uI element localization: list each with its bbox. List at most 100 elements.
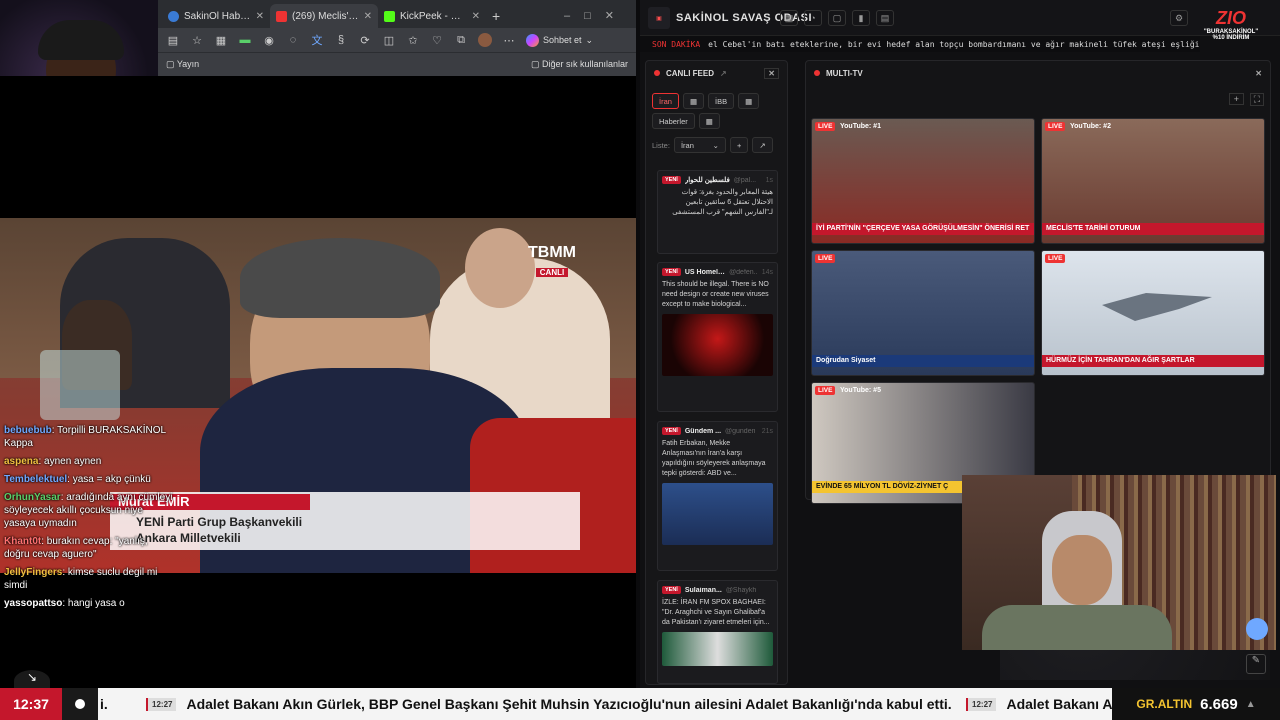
collections-icon[interactable]: ⧉ bbox=[454, 33, 468, 47]
chat-message: Tembelektuel: yasa = akp çünkü bbox=[4, 474, 151, 485]
gold-price-widget: GR.ALTIN 6.669 ▲ bbox=[1112, 688, 1280, 720]
tab-strip: SakinOl Haber Merk ✕ (269) Meclis'te tar… bbox=[158, 0, 636, 28]
chat-message: Khant0t: burakın cevap: "yanlış, doğru c… bbox=[4, 536, 148, 560]
tv-tile-4[interactable]: LIVE HÜRMÜZ İÇİN TAHRAN'DAN AĞIR ŞARTLAR bbox=[1041, 250, 1265, 376]
chip-iran[interactable]: İran bbox=[652, 93, 679, 109]
feed-header: CANLI FEED ↗ ✕ bbox=[646, 61, 787, 85]
tab-sakinol[interactable]: SakinOl Haber Merk ✕ bbox=[162, 4, 270, 28]
chip-haberler[interactable]: Haberler bbox=[652, 113, 695, 129]
chat-message: bebuebub: Torpilli BURAKSAKİNOL Kappa bbox=[4, 425, 166, 449]
chip-settings-icon[interactable]: ▦ bbox=[738, 93, 760, 109]
live-badge: LIVE bbox=[815, 386, 836, 395]
chip-ibb[interactable]: İBB bbox=[708, 93, 735, 109]
add-icon[interactable]: + bbox=[729, 137, 749, 153]
breaking-news-bar: SON DAKİKA el Cebel'in batı eteklerine, b… bbox=[640, 36, 1200, 52]
close-icon[interactable]: ✕ bbox=[1255, 69, 1262, 78]
card-image bbox=[662, 483, 773, 545]
tv-tile-1[interactable]: LIVE YouTube: #1 İYİ PARTİ'NİN "ÇERÇEVE Y… bbox=[811, 118, 1035, 244]
extension-icon[interactable]: ◌ bbox=[286, 33, 300, 47]
live-badge: LIVE bbox=[1045, 122, 1066, 131]
list-select[interactable]: İran ⌄ bbox=[673, 137, 726, 153]
dashboard-logo: ▣ bbox=[648, 7, 670, 29]
webcam-overlay-bottom bbox=[962, 475, 1276, 650]
card-image bbox=[662, 632, 773, 666]
bag-icon[interactable]: ▢ bbox=[828, 10, 846, 26]
split-icon[interactable]: ◫ bbox=[382, 33, 396, 47]
add-icon[interactable]: + bbox=[1228, 93, 1244, 105]
tv-icon[interactable]: ▤ bbox=[876, 10, 894, 26]
chip-settings-icon[interactable]: ▦ bbox=[698, 113, 720, 129]
extension-icon[interactable]: § bbox=[334, 33, 348, 47]
ticker-prefix: i. bbox=[100, 696, 108, 712]
feed-card[interactable]: YENİSulaiman...@Shaykh5... İZLE: İRAN FM… bbox=[657, 580, 778, 684]
extension-icon[interactable]: ▬ bbox=[238, 33, 252, 47]
translate-icon[interactable]: 文 bbox=[310, 33, 324, 47]
sponsor-logo: ZIO "BURAKSAKİNOL" %10 İNDİRİM bbox=[1203, 8, 1259, 41]
tabs-icon[interactable]: ▤ bbox=[166, 33, 180, 47]
kick-icon bbox=[384, 10, 395, 22]
chat-message: aspena: aynen aynen bbox=[4, 456, 102, 467]
tv-tile-3[interactable]: LIVE Doğrudan Siyaset bbox=[811, 250, 1035, 376]
chat-overlay: bebuebub: Torpilli BURAKSAKİNOL Kappa as… bbox=[4, 424, 174, 615]
chat-message: JellyFingers: kimse suclu degil mi simdi bbox=[4, 567, 158, 591]
tv-tile-2[interactable]: LIVE YouTube: #2 MECLİS'TE TARİHİ OTURUM bbox=[1041, 118, 1265, 244]
new-badge: YENİ bbox=[662, 586, 681, 594]
card-image bbox=[662, 314, 773, 376]
grid-icon[interactable]: ▦ bbox=[780, 10, 798, 26]
glass-jar bbox=[40, 350, 120, 420]
edit-icon[interactable]: ✎ bbox=[1246, 654, 1266, 674]
globe-icon bbox=[168, 10, 179, 22]
ticker-item: 12:27 Adalet Bakanı Akın Gürlek, BBP Gene… bbox=[146, 688, 952, 720]
ticker-item: 12:27Adalet Bakanı Akı bbox=[966, 688, 1112, 720]
ticker-clock: 12:37 bbox=[0, 688, 62, 720]
heart-icon[interactable]: ♡ bbox=[430, 33, 444, 47]
feed-card[interactable]: YENİ US Homela... @defen... 14s This should… bbox=[657, 262, 778, 412]
copilot-button[interactable]: Sohbet et ⌄ bbox=[526, 33, 594, 47]
browser-window: SakinOl Haber Merk ✕ (269) Meclis'te tar… bbox=[158, 0, 636, 76]
close-icon[interactable]: ✕ bbox=[256, 11, 264, 22]
pin-icon[interactable] bbox=[1246, 618, 1268, 640]
extension-icon[interactable]: ▦ bbox=[214, 33, 228, 47]
list-selector-row: Liste: İran ⌄ + ↗ bbox=[646, 129, 787, 161]
new-badge: YENİ bbox=[662, 268, 681, 276]
more-icon[interactable]: ⋯ bbox=[502, 33, 516, 47]
speaker-hair bbox=[240, 238, 440, 318]
fighter-jet bbox=[1102, 293, 1212, 321]
refresh-icon[interactable]: ⟳ bbox=[358, 33, 372, 47]
chart-icon[interactable]: ▮ bbox=[852, 10, 870, 26]
fullscreen-icon[interactable]: ⛶ bbox=[1249, 93, 1264, 106]
close-icon[interactable]: ✕ bbox=[764, 67, 779, 79]
window-controls[interactable]: –□✕ bbox=[556, 9, 636, 28]
external-link-icon[interactable]: ↗ bbox=[752, 137, 773, 153]
new-tab-button[interactable]: + bbox=[492, 8, 500, 24]
live-badge: LIVE bbox=[815, 122, 836, 131]
chip-settings-icon[interactable]: ▦ bbox=[682, 93, 705, 109]
live-dot-icon bbox=[814, 70, 820, 76]
streamer-shirt bbox=[982, 605, 1172, 650]
bookmark-folder[interactable]: ▢ Yayın bbox=[166, 59, 199, 70]
feed-card[interactable]: YENİGündem ...@gundem7...21s Fatih Erbak… bbox=[657, 421, 778, 571]
tab-kickpeek[interactable]: KickPeek - Real-time ✕ bbox=[378, 4, 486, 28]
youtube-icon bbox=[276, 10, 287, 22]
rss-icon[interactable]: ◔ bbox=[804, 10, 822, 26]
star-icon[interactable]: ☆ bbox=[190, 33, 204, 47]
favorites-icon[interactable]: ✩ bbox=[406, 33, 420, 47]
extension-icon[interactable]: ◉ bbox=[262, 33, 276, 47]
external-link-icon[interactable]: ↗ bbox=[720, 69, 727, 78]
channel-logo: TBMM CANLI bbox=[528, 244, 576, 277]
browser-toolbar: ▤ ☆ ▦ ▬ ◉ ◌ 文 § ⟳ ◫ ✩ ♡ ⧉ ⋯ Sohbet et ⌄ bbox=[158, 28, 636, 52]
close-icon[interactable]: ✕ bbox=[364, 11, 372, 22]
bookmarks-bar: ▢ Yayın ▢ Diğer sık kullanılanlar bbox=[158, 52, 636, 76]
live-badge: LIVE bbox=[815, 254, 836, 263]
feed-card[interactable]: YENİ فلسطين للحوار @pal... 1s هيئة المعابر … bbox=[657, 170, 778, 254]
tab-youtube[interactable]: (269) Meclis'te tarih ✕ bbox=[270, 4, 378, 28]
chevron-down-icon: ⌄ bbox=[712, 140, 719, 150]
chevron-down-icon: ⌄ bbox=[585, 34, 594, 45]
chat-message: yassopattso: hangi yasa o bbox=[4, 598, 125, 609]
close-icon[interactable]: ✕ bbox=[472, 11, 480, 22]
multitv-header: MULTI-TV ✕ bbox=[806, 61, 1270, 85]
settings-icon[interactable]: ⚙ bbox=[1170, 10, 1188, 26]
chat-message: OrhunYasar: aradığında aynı cümleyi söyl… bbox=[4, 492, 173, 529]
avatar[interactable] bbox=[478, 33, 492, 47]
other-bookmarks[interactable]: ▢ Diğer sık kullanılanlar bbox=[531, 59, 628, 70]
